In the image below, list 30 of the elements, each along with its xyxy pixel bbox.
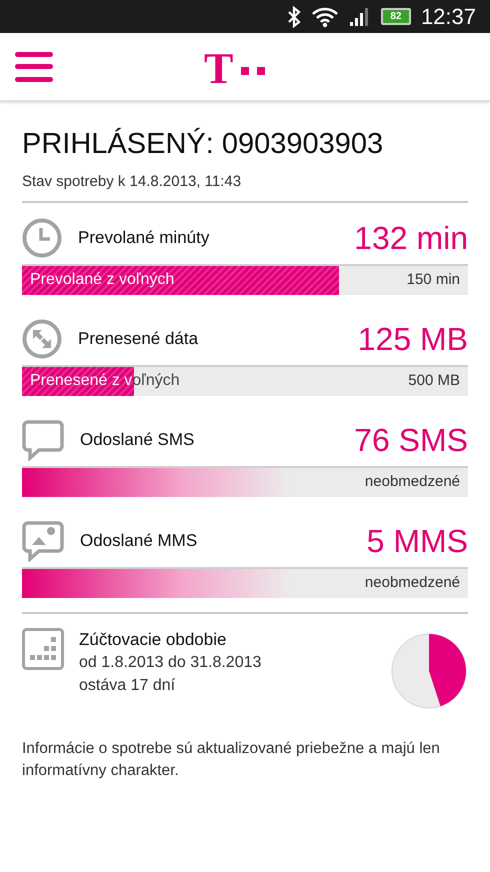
info-note: Informácie o spotrebe sú aktualizované priebežne a majú len informatívny charakter. — [22, 738, 441, 780]
usage-timestamp: Stav spotreby k 14.8.2013, 11:43 — [22, 171, 468, 202]
signal-icon — [348, 6, 371, 26]
period-range: od 1.8.2013 do 31.8.2013 — [79, 652, 262, 672]
usage-label: Prevolané minúty — [78, 226, 210, 249]
limit-text: neobmedzené — [364, 572, 460, 593]
period-remaining: ostáva 17 dní — [79, 676, 176, 696]
battery-icon: 82 — [380, 8, 411, 25]
picture-message-icon — [22, 520, 64, 562]
period-title: Zúčtovacie obdobie — [79, 628, 228, 650]
clock-time: 12:37 — [420, 3, 476, 31]
telekom-logo: T — [204, 47, 266, 91]
usage-value: 76 SMS — [354, 420, 468, 460]
menu-icon[interactable] — [15, 52, 53, 82]
login-title: PRIHLÁSENÝ: 0903903903 — [22, 130, 384, 159]
usage-label: Odoslané SMS — [80, 428, 196, 451]
usage-value: 132 min — [354, 218, 468, 258]
limit-text: 500 MB — [408, 370, 460, 391]
bluetooth-icon — [286, 6, 301, 28]
usage-label: Odoslané MMS — [80, 530, 198, 552]
limit-text: 150 min — [406, 270, 460, 290]
limit-text: neobmedzené — [364, 472, 460, 492]
wifi-icon — [310, 6, 339, 28]
calendar-icon — [22, 628, 64, 670]
speech-bubble-icon — [22, 418, 64, 460]
usage-value: 125 MB — [358, 320, 468, 358]
arrows-icon — [22, 318, 62, 358]
usage-label: Prenesené dáta — [78, 328, 200, 350]
usage-value: 5 MMS — [366, 522, 468, 560]
clock-icon — [22, 218, 62, 258]
